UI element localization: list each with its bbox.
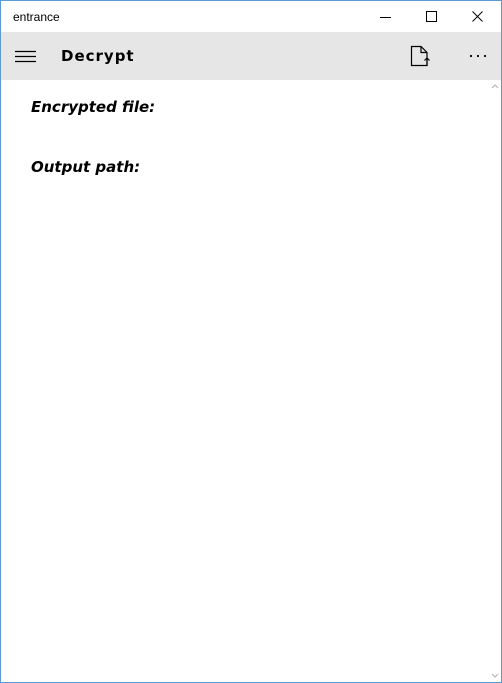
more-icon (469, 54, 487, 58)
maximize-icon (426, 11, 437, 22)
close-button[interactable] (455, 1, 501, 32)
close-icon (472, 11, 483, 22)
page-title: Decrypt (61, 47, 135, 65)
output-path-label: Output path: (31, 158, 141, 176)
open-file-icon (410, 45, 430, 67)
app-window: entrance Decrypt Encrypted file: Output … (0, 0, 502, 683)
title-bar[interactable]: entrance (1, 1, 501, 32)
minimize-button[interactable] (363, 1, 409, 32)
minimize-icon (380, 17, 391, 18)
more-options-button[interactable] (455, 32, 501, 80)
content-area: Encrypted file: Output path: (1, 80, 489, 682)
command-bar: Decrypt (1, 32, 501, 80)
scroll-up-icon[interactable] (491, 83, 499, 89)
open-file-button[interactable] (397, 32, 443, 80)
hamburger-menu-button[interactable] (1, 32, 49, 80)
maximize-button[interactable] (409, 1, 455, 32)
vertical-scrollbar[interactable] (489, 80, 501, 682)
encrypted-file-label: Encrypted file: (31, 98, 156, 116)
window-title: entrance (13, 10, 60, 24)
scroll-down-icon[interactable] (491, 673, 499, 679)
hamburger-icon (15, 50, 36, 63)
